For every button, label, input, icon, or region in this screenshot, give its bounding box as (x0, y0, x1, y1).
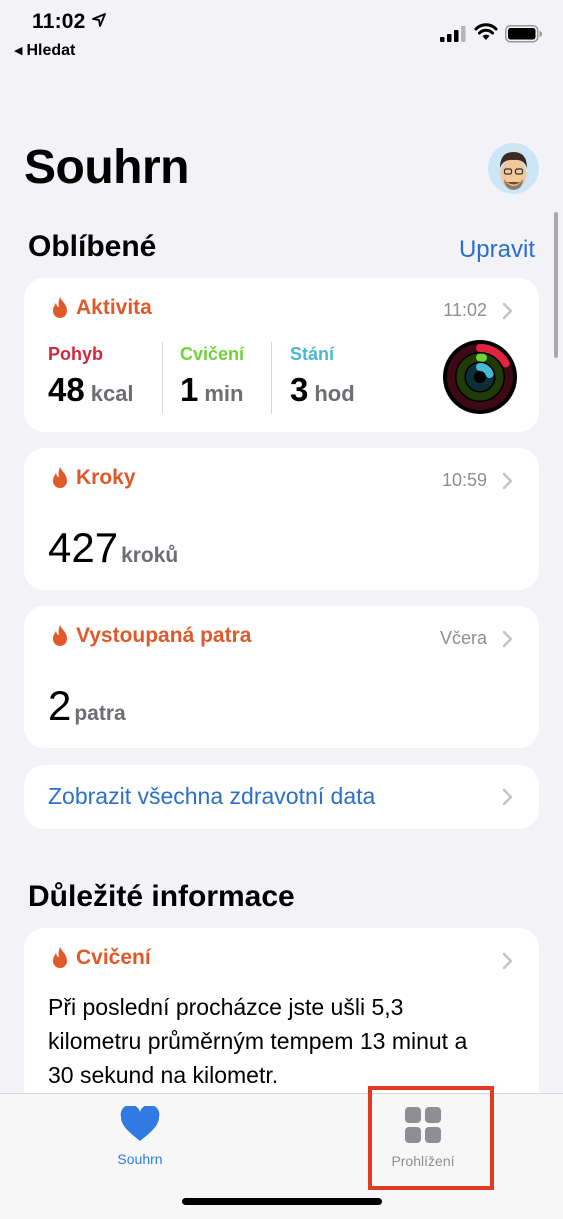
chevron-right-icon (502, 788, 513, 806)
floors-title: Vystoupaná patra (76, 624, 252, 647)
exercise-label: Cvičení (180, 344, 245, 364)
metric-divider (271, 342, 272, 414)
location-arrow-icon (92, 13, 106, 27)
floors-value: 2 (48, 682, 72, 729)
highlights-title: Důležité informace (28, 880, 295, 913)
home-indicator[interactable] (182, 1198, 382, 1205)
stand-metric: Stání 3 hod (290, 344, 355, 409)
activity-time: 11:02 (443, 300, 487, 320)
floors-card[interactable]: Vystoupaná patra Včera 2 patra (24, 606, 539, 748)
page-title: Souhrn (24, 141, 189, 194)
floors-value-group: 2 patra (48, 682, 126, 730)
status-bar: 11:02 ◀ Hledat (0, 0, 563, 70)
show-all-health-data-button[interactable]: Zobrazit všechna zdravotní data (24, 765, 539, 829)
steps-unit: kroků (121, 544, 179, 567)
steps-value-group: 427 kroků (48, 524, 178, 572)
metric-divider (162, 342, 163, 414)
tab-summary[interactable]: Souhrn (100, 1104, 180, 1167)
exercise-value: 1 (180, 371, 199, 408)
move-label: Pohyb (48, 344, 104, 364)
move-value: 48 (48, 371, 85, 408)
chevron-right-icon (502, 630, 513, 648)
tab-highlight-box (368, 1086, 494, 1190)
back-to-search-link[interactable]: ◀ Hledat (14, 42, 75, 60)
back-label: Hledat (26, 42, 76, 59)
status-time: 11:02 (32, 10, 86, 33)
scrollbar[interactable] (554, 212, 558, 358)
steps-value: 427 (48, 524, 119, 571)
tab-summary-label: Souhrn (117, 1151, 163, 1167)
move-unit: kcal (90, 381, 134, 406)
floors-time: Včera (439, 628, 487, 648)
favorites-title: Oblíbené (28, 230, 157, 263)
activity-card[interactable]: Aktivita 11:02 Pohyb 48 kcal Cvičení 1 min… (24, 278, 539, 432)
activity-title: Aktivita (76, 296, 152, 319)
activity-rings-icon (443, 340, 517, 414)
exercise-metric: Cvičení 1 min (180, 344, 244, 409)
move-metric: Pohyb 48 kcal (48, 344, 134, 409)
battery-icon (505, 25, 542, 43)
wifi-icon (474, 23, 498, 40)
flame-icon (53, 625, 67, 646)
exercise-unit: min (204, 381, 244, 406)
steps-card[interactable]: Kroky 10:59 427 kroků (24, 448, 539, 590)
show-all-label: Zobrazit všechna zdravotní data (48, 783, 376, 809)
memoji-avatar-icon (500, 152, 527, 190)
flame-icon (53, 297, 67, 318)
steps-time: 10:59 (441, 470, 487, 490)
chevron-right-icon (502, 952, 513, 970)
profile-avatar[interactable] (488, 143, 539, 194)
stand-label: Stání (290, 344, 335, 364)
flame-icon (53, 467, 67, 488)
edit-favorites-button[interactable]: Upravit (459, 236, 535, 264)
highlight-text: Při poslední procházce jste ušli 5,3 kil… (48, 994, 468, 1088)
flame-icon (53, 947, 67, 968)
steps-title: Kroky (76, 466, 136, 489)
back-triangle-icon: ◀ (14, 45, 23, 57)
stand-unit: hod (314, 381, 355, 406)
cellular-signal-icon (440, 26, 466, 42)
highlight-title: Cvičení (76, 946, 151, 969)
heart-icon (120, 1104, 160, 1141)
floors-unit: patra (74, 702, 126, 725)
chevron-right-icon (502, 472, 513, 490)
chevron-right-icon (502, 302, 513, 320)
stand-value: 3 (290, 371, 309, 408)
